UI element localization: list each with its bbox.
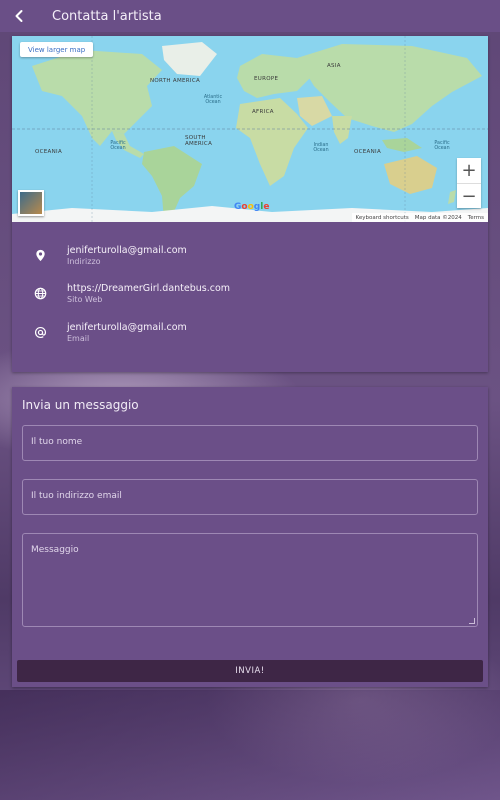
send-button[interactable]: INVIA! <box>17 660 483 682</box>
contact-text: https://DreamerGirl.dantebus.com Sito We… <box>67 283 230 304</box>
contact-list: jeniferturolla@gmail.com Indirizzo https… <box>12 222 488 352</box>
contact-card: NORTH AMERICA EUROPE ASIA AFRICA SOUTH A… <box>12 36 488 372</box>
map-embed[interactable]: NORTH AMERICA EUROPE ASIA AFRICA SOUTH A… <box>12 36 488 222</box>
chevron-left-icon <box>15 10 23 22</box>
map-label-asia: ASIA <box>327 63 341 69</box>
form-title: Invia un messaggio <box>22 398 139 412</box>
zoom-in-button[interactable]: + <box>457 158 481 183</box>
map-label-pacific-east: Pacific Ocean <box>434 141 450 152</box>
email-input[interactable]: Il tuo indirizzo email <box>22 479 478 515</box>
at-sign-icon <box>30 326 50 339</box>
address-label: Indirizzo <box>67 256 101 266</box>
map-label-north-america: NORTH AMERICA <box>150 78 201 84</box>
street-view-thumbnail[interactable] <box>18 190 44 216</box>
website-value[interactable]: https://DreamerGirl.dantebus.com <box>67 283 230 294</box>
map-label-pacific-west: Pacific Ocean <box>110 141 126 152</box>
map-label-south-america: SOUTH AMERICA <box>185 135 213 148</box>
world-map <box>12 36 488 222</box>
view-larger-map-link[interactable]: View larger map <box>20 42 94 57</box>
contact-row-website: https://DreamerGirl.dantebus.com Sito We… <box>12 275 488 314</box>
contact-text: jeniferturolla@gmail.com Email <box>67 322 187 343</box>
name-input[interactable]: Il tuo nome <box>22 425 478 461</box>
message-form-card: Invia un messaggio Il tuo nome Il tuo in… <box>12 387 488 687</box>
map-footer: Keyboard shortcuts Map data ©2024 Terms <box>351 213 488 222</box>
contact-row-address: jeniferturolla@gmail.com Indirizzo <box>12 236 488 275</box>
back-button[interactable] <box>0 0 38 32</box>
address-value[interactable]: jeniferturolla@gmail.com <box>67 245 187 256</box>
message-placeholder: Messaggio <box>31 545 79 555</box>
map-label-oceania-west: OCEANIA <box>35 149 63 155</box>
contact-row-email: jeniferturolla@gmail.com Email <box>12 313 488 352</box>
page-title: Contatta l'artista <box>52 8 162 24</box>
google-logo: Google <box>234 202 270 212</box>
email-value[interactable]: jeniferturolla@gmail.com <box>67 322 187 333</box>
map-label-europe: EUROPE <box>254 76 279 82</box>
zoom-out-button[interactable]: − <box>457 184 481 209</box>
message-textarea[interactable]: Messaggio <box>22 533 478 627</box>
resize-handle-icon[interactable] <box>469 618 475 624</box>
email-label: Email <box>67 333 90 343</box>
keyboard-shortcuts-link[interactable]: Keyboard shortcuts <box>356 215 409 221</box>
map-label-atlantic: Atlantic Ocean <box>203 95 223 106</box>
globe-icon <box>30 287 50 300</box>
map-label-oceania: OCEANIA <box>354 149 382 155</box>
app-bar: Contatta l'artista <box>0 0 500 32</box>
location-pin-icon <box>30 249 50 262</box>
map-label-africa: AFRICA <box>252 109 274 115</box>
background-wave <box>0 690 500 800</box>
map-data-label: Map data ©2024 <box>414 214 462 221</box>
terms-link[interactable]: Terms <box>468 215 484 221</box>
zoom-controls: + − <box>457 158 481 208</box>
map-label-indian: Indian Ocean <box>313 143 329 154</box>
website-label: Sito Web <box>67 295 103 305</box>
contact-text: jeniferturolla@gmail.com Indirizzo <box>67 245 187 266</box>
